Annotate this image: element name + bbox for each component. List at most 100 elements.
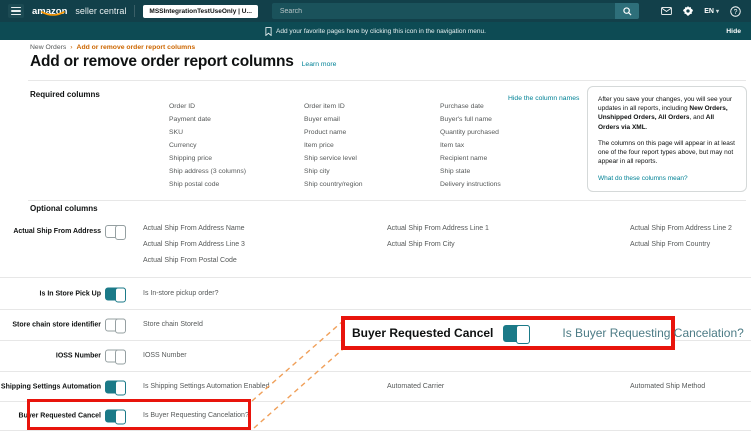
row-label: IOSS Number	[56, 353, 101, 360]
column-cell: Actual Ship From Address Line 1Actual Sh…	[387, 221, 489, 253]
required-item: Payment date	[169, 113, 246, 126]
top-navbar: amazon seller central MSSIntegrationTest…	[0, 0, 751, 22]
toggle-knob	[516, 325, 530, 344]
learn-more-link[interactable]: Learn more	[302, 61, 337, 68]
toggle-knob	[115, 287, 126, 302]
required-column-list-3: Purchase date Buyer's full name Quantity…	[440, 100, 501, 191]
gear-icon	[683, 6, 693, 16]
annotation-description: Is Buyer Requesting Cancelation?	[562, 326, 743, 340]
settings-button[interactable]	[683, 6, 693, 16]
required-item: Order ID	[169, 100, 246, 113]
hide-banner-button[interactable]: Hide	[726, 22, 741, 40]
column-cell: Is In-store pickup order?	[143, 286, 218, 302]
messages-button[interactable]	[661, 7, 672, 15]
search-bar	[272, 3, 639, 19]
column-cell: Actual Ship From Address Line 2Actual Sh…	[630, 221, 732, 253]
optional-columns-heading: Optional columns	[30, 204, 98, 213]
required-item: Ship state	[440, 165, 501, 178]
row-label: Buyer Requested Cancel	[19, 413, 101, 420]
column-cell: Is Shipping Settings Automation Enabled	[143, 379, 269, 395]
required-item: Ship city	[304, 165, 363, 178]
amazon-logo[interactable]: amazon seller central	[32, 6, 126, 17]
column-cell: Actual Ship From Address NameActual Ship…	[143, 221, 245, 269]
divider	[134, 5, 135, 17]
column-cell: Is Buyer Requesting Cancelation?	[143, 408, 249, 424]
breadcrumb-current: Add or remove order report columns	[77, 44, 196, 51]
toggle-knob	[115, 350, 126, 365]
toggle-knob	[115, 380, 126, 395]
language-selector[interactable]: EN ▾	[704, 8, 719, 15]
required-item: Ship postal code	[169, 178, 246, 191]
toggle-store-chain-store-identifier[interactable]	[105, 319, 126, 332]
hide-column-names-link[interactable]: Hide the column names	[508, 95, 579, 102]
required-column-list-1: Order ID Payment date SKU Currency Shipp…	[169, 100, 246, 191]
page-title: Add or remove order report columns	[30, 53, 294, 71]
required-item: Ship service level	[304, 152, 363, 165]
toggle-actual-ship-from-address[interactable]	[105, 225, 126, 238]
toggle-is-in-store-pick-up[interactable]	[105, 287, 126, 300]
search-button[interactable]	[615, 3, 639, 19]
divider	[28, 200, 746, 201]
svg-text:?: ?	[734, 8, 738, 15]
toggle-knob	[115, 410, 126, 425]
required-item: Recipient name	[440, 152, 501, 165]
search-icon	[623, 7, 632, 16]
required-item: Order item ID	[304, 100, 363, 113]
row-buyer-requested-cancel: Buyer Requested Cancel Is Buyer Requesti…	[0, 402, 751, 431]
column-cell: Store chain StoreId	[143, 317, 203, 333]
required-item: Delivery instructions	[440, 178, 501, 191]
envelope-icon	[661, 7, 672, 15]
seller-central-text: seller central	[75, 6, 126, 16]
info-box: After you save your changes, you will se…	[587, 86, 747, 192]
row-shipping-settings-automation: Shipping Settings Automation Is Shipping…	[0, 372, 751, 402]
chevron-down-icon: ▾	[716, 8, 719, 15]
search-input[interactable]	[272, 3, 615, 19]
toggle-knob	[115, 319, 126, 334]
bookmark-icon	[265, 27, 272, 36]
help-icon: ?	[730, 6, 741, 17]
breadcrumb-parent[interactable]: New Orders	[30, 44, 66, 51]
toggle-knob	[115, 225, 126, 240]
info-paragraph-2: The columns on this page will appear in …	[598, 139, 736, 167]
column-cell: Automated Carrier	[387, 379, 444, 395]
annotation-label: Buyer Requested Cancel	[352, 326, 493, 340]
columns-meaning-link[interactable]: What do these columns mean?	[598, 175, 688, 182]
divider	[28, 80, 746, 81]
column-cell: Automated Ship Method	[630, 379, 705, 395]
row-label: Actual Ship From Address	[13, 228, 101, 235]
required-item: Currency	[169, 139, 246, 152]
required-item: Item price	[304, 139, 363, 152]
required-item: Shipping price	[169, 152, 246, 165]
required-item: Purchase date	[440, 100, 501, 113]
row-label: Shipping Settings Automation	[1, 383, 101, 390]
annotation-callout: Buyer Requested Cancel Is Buyer Requesti…	[341, 316, 675, 350]
page-root: amazon seller central MSSIntegrationTest…	[0, 0, 751, 438]
required-item: Product name	[304, 126, 363, 139]
language-label: EN	[704, 8, 714, 15]
required-column-list-2: Order item ID Buyer email Product name I…	[304, 100, 363, 191]
required-item: Ship address (3 columns)	[169, 165, 246, 178]
required-item: Ship country/region	[304, 178, 363, 191]
help-button[interactable]: ?	[730, 6, 741, 17]
required-item: Buyer email	[304, 113, 363, 126]
favorites-message: Add your favorite pages here by clicking…	[276, 28, 486, 35]
toggle-buyer-requested-cancel[interactable]	[105, 410, 126, 423]
row-actual-ship-from-address: Actual Ship From Address Actual Ship Fro…	[0, 218, 751, 278]
account-selector[interactable]: MSSIntegrationTestUseOnly | U...	[143, 5, 257, 18]
breadcrumb-separator: ›	[70, 44, 72, 51]
toggle-ioss-number[interactable]	[105, 350, 126, 363]
row-label: Store chain store identifier	[12, 322, 101, 329]
required-item: Quantity purchased	[440, 126, 501, 139]
required-item: Buyer's full name	[440, 113, 501, 126]
menu-icon[interactable]	[8, 4, 24, 18]
required-item: Item tax	[440, 139, 501, 152]
toggle-shipping-settings-automation[interactable]	[105, 380, 126, 393]
info-paragraph-1: After you save your changes, you will se…	[598, 95, 736, 132]
row-is-in-store-pick-up: Is In Store Pick Up Is In-store pickup o…	[0, 278, 751, 310]
favorites-banner: Add your favorite pages here by clicking…	[0, 22, 751, 40]
breadcrumb: New Orders › Add or remove order report …	[30, 44, 195, 51]
required-item: SKU	[169, 126, 246, 139]
row-label: Is In Store Pick Up	[40, 290, 101, 297]
column-cell: IOSS Number	[143, 348, 187, 364]
required-columns-heading: Required columns	[30, 90, 100, 99]
